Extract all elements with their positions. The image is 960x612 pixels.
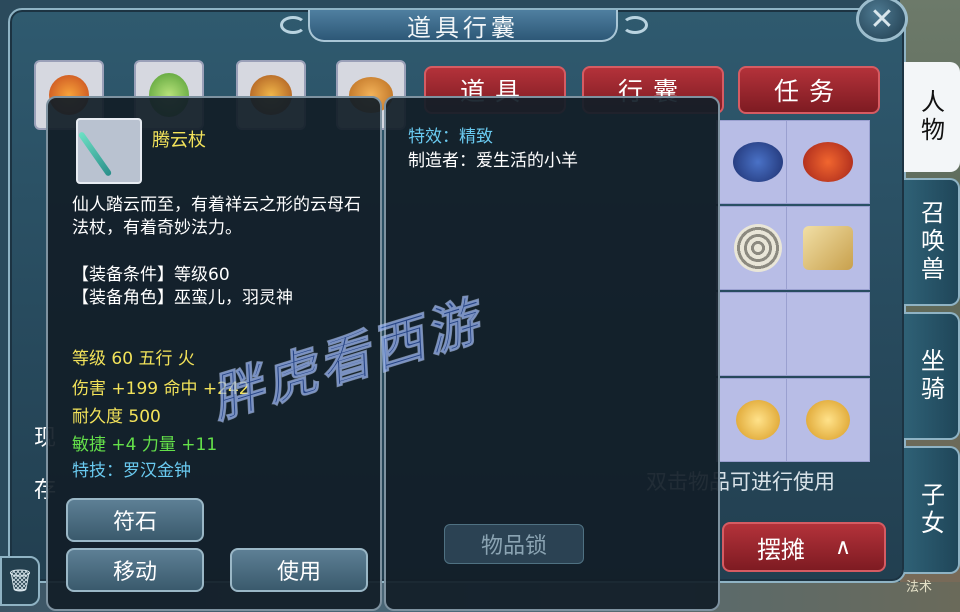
move-button-label: 移动 (112, 560, 157, 585)
inventory-cell[interactable] (786, 206, 870, 290)
item-durability: 耐久度 500 (72, 407, 161, 427)
tooltip-effect: 特效：精致 (408, 127, 493, 147)
use-button-label: 使用 (276, 560, 321, 585)
trash-icon[interactable]: 🗑 (0, 556, 40, 606)
item-tooltip-panel: 腾云杖 仙人踏云而至，有着祥云之形的云母石法杖，有着奇妙法力。 【装备条件】等级… (46, 96, 382, 611)
window-title: 道具行囊 (407, 13, 519, 42)
fire-fan-icon (803, 142, 853, 182)
chevron-up-icon: ∧ (834, 534, 852, 560)
tab-quest[interactable]: 任务 (738, 66, 880, 114)
side-tab-pet-label: 召唤兽 (916, 200, 945, 284)
close-symbol: ✕ (869, 1, 895, 37)
item-requirement-level: 【装备条件】等级60 (72, 265, 230, 285)
side-tab-children-label: 子女 (916, 482, 945, 538)
move-button[interactable]: 移动 (66, 548, 204, 592)
staff-icon (77, 130, 113, 178)
inventory-cell[interactable] (786, 120, 870, 204)
stall-button-label: 摆摊 (756, 535, 805, 564)
rune-button[interactable]: 符石 (66, 498, 204, 542)
item-icon-frame (76, 118, 142, 184)
inventory-cell[interactable] (786, 378, 870, 462)
title-swirl-right-icon (622, 16, 648, 34)
use-button[interactable]: 使用 (230, 548, 368, 592)
rune-button-label: 符石 (112, 510, 157, 535)
side-tab-mount-label: 坐骑 (916, 348, 945, 404)
fan-icon (733, 142, 783, 182)
side-tab-mount[interactable]: 坐骑 (904, 312, 960, 440)
hat-icon (734, 224, 782, 272)
item-special-skill: 特技：罗汉金钟 (72, 461, 191, 481)
title-swirl-left-icon (280, 16, 306, 34)
item-requirement-role: 【装备角色】巫蛮儿，羽灵神 (72, 288, 293, 308)
side-tab-character[interactable]: 人物 (904, 62, 960, 172)
gold-orb-icon (736, 400, 780, 440)
window-title-bar: 道具行囊 (308, 10, 618, 42)
item-lock-label: 物品锁 (480, 534, 547, 559)
item-name: 腾云杖 (152, 130, 206, 151)
stall-button[interactable]: 摆摊 ∧ (722, 522, 886, 572)
scroll-icon (803, 226, 853, 270)
corner-label: 法术 (906, 580, 933, 595)
side-tab-pet[interactable]: 召唤兽 (904, 178, 960, 306)
item-description: 仙人踏云而至，有着祥云之形的云母石法杖，有着奇妙法力。 (72, 195, 361, 238)
tooltip-extra-panel: 特效：精致 制造者：爱生活的小羊 物品锁 (384, 96, 720, 611)
item-level-element: 等级 60 五行 火 (72, 349, 195, 369)
gold-orb-icon (806, 400, 850, 440)
tooltip-maker: 制造者：爱生活的小羊 (408, 151, 578, 171)
side-tab-character-label: 人物 (916, 89, 945, 145)
item-damage-hit: 伤害 +199 命中 +242 (72, 379, 250, 399)
item-agility-strength: 敏捷 +4 力量 +11 (72, 435, 218, 455)
inventory-cell[interactable] (786, 292, 870, 376)
side-tab-children[interactable]: 子女 (904, 446, 960, 574)
item-lock-button[interactable]: 物品锁 (444, 524, 584, 564)
tab-quest-label: 任务 (773, 77, 844, 106)
